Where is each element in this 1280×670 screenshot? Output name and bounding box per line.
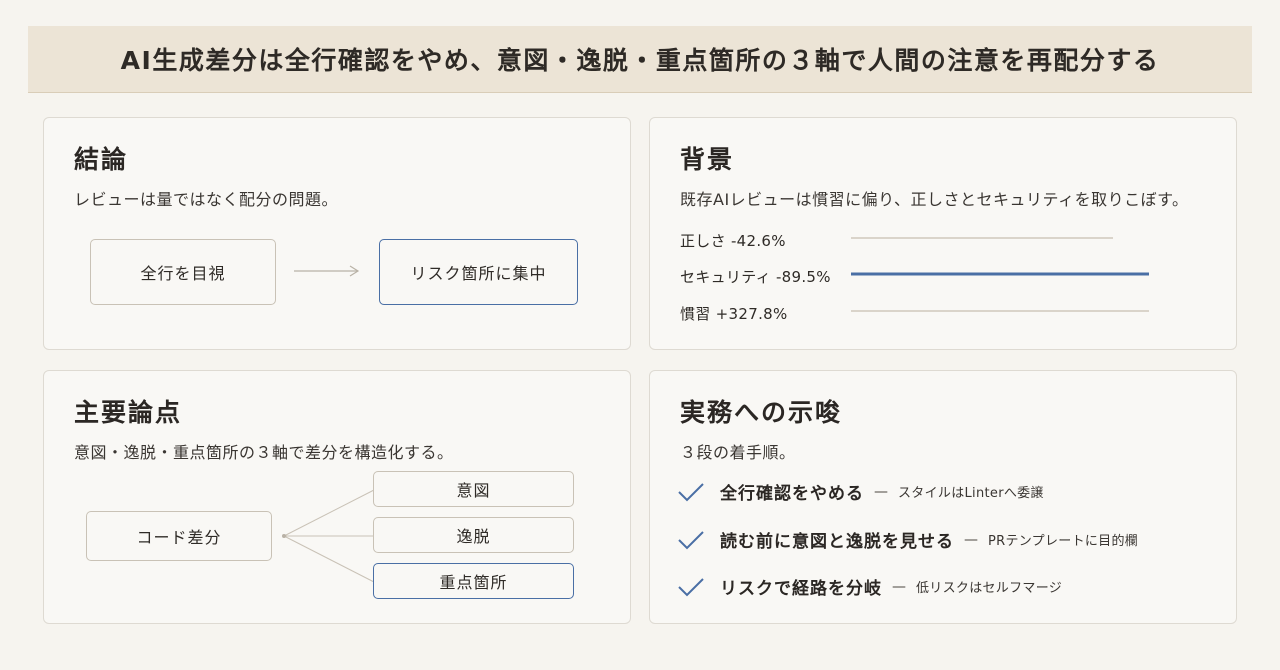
practice-card: 実務への示唆 ３段の着手順。 全行確認をやめる — スタイルはLinterへ委譲… <box>649 370 1237 624</box>
step-note: スタイルはLinterへ委譲 <box>898 486 1044 501</box>
step-row: 読む前に意図と逸脱を見せる — PRテンプレートに目的欄 <box>676 527 1138 552</box>
points-heading: 主要論点 <box>74 398 183 427</box>
arrow-right-icon <box>294 265 360 277</box>
points-card: 主要論点 意図・逸脱・重点箇所の３軸で差分を構造化する。 コード差分 意図 逸脱… <box>43 370 631 624</box>
step-title: 全行確認をやめる <box>720 484 864 504</box>
practice-heading: 実務への示唆 <box>680 398 843 427</box>
from-box: 全行を目視 <box>90 239 276 305</box>
step-dash: — <box>892 578 906 595</box>
background-card: 背景 既存AIレビューは慣習に偏り、正しさとセキュリティを取りこぼす。 正しさ … <box>649 117 1237 350</box>
step-dash: — <box>874 483 888 500</box>
branch-box-deviation: 逸脱 <box>373 517 574 553</box>
comparison-lines <box>851 237 1149 312</box>
branch-box-intent: 意図 <box>373 471 574 507</box>
conclusion-subtitle: レビューは量ではなく配分の問題。 <box>74 190 339 209</box>
step-row: リスクで経路を分岐 — 低リスクはセルフマージ <box>676 574 1062 599</box>
step-note: 低リスクはセルフマージ <box>916 581 1063 596</box>
title-bar: AI生成差分は全行確認をやめ、意図・逸脱・重点箇所の３軸で人間の注意を再配分する <box>28 26 1252 93</box>
to-box: リスク箇所に集中 <box>379 239 578 305</box>
page-title: AI生成差分は全行確認をやめ、意図・逸脱・重点箇所の３軸で人間の注意を再配分する <box>120 46 1160 75</box>
step-dash: — <box>964 531 978 548</box>
background-subtitle: 既存AIレビューは慣習に偏り、正しさとセキュリティを取りこぼす。 <box>680 190 1189 209</box>
conclusion-heading: 結論 <box>74 145 129 174</box>
step-title: リスクで経路を分岐 <box>720 579 882 599</box>
step-title: 読む前に意図と逸脱を見せる <box>720 532 954 552</box>
bar-label: セキュリティ -89.5% <box>680 268 831 286</box>
step-note: PRテンプレートに目的欄 <box>988 534 1139 549</box>
check-icon <box>678 577 704 596</box>
bar-label: 慣習 +327.8% <box>680 305 788 323</box>
step-row: 全行確認をやめる — スタイルはLinterへ委譲 <box>676 479 1044 504</box>
check-icon <box>678 530 704 549</box>
background-heading: 背景 <box>680 145 735 174</box>
bar-label: 正しさ -42.6% <box>680 232 786 250</box>
branch-box-focus: 重点箇所 <box>373 563 574 599</box>
points-subtitle: 意図・逸脱・重点箇所の３軸で差分を構造化する。 <box>74 443 454 462</box>
practice-subtitle: ３段の着手順。 <box>680 443 796 462</box>
conclusion-card: 結論 レビューは量ではなく配分の問題。 全行を目視 リスク箇所に集中 <box>43 117 631 350</box>
check-icon <box>678 482 704 501</box>
root-box: コード差分 <box>86 511 272 561</box>
branch-connectors <box>282 489 375 583</box>
